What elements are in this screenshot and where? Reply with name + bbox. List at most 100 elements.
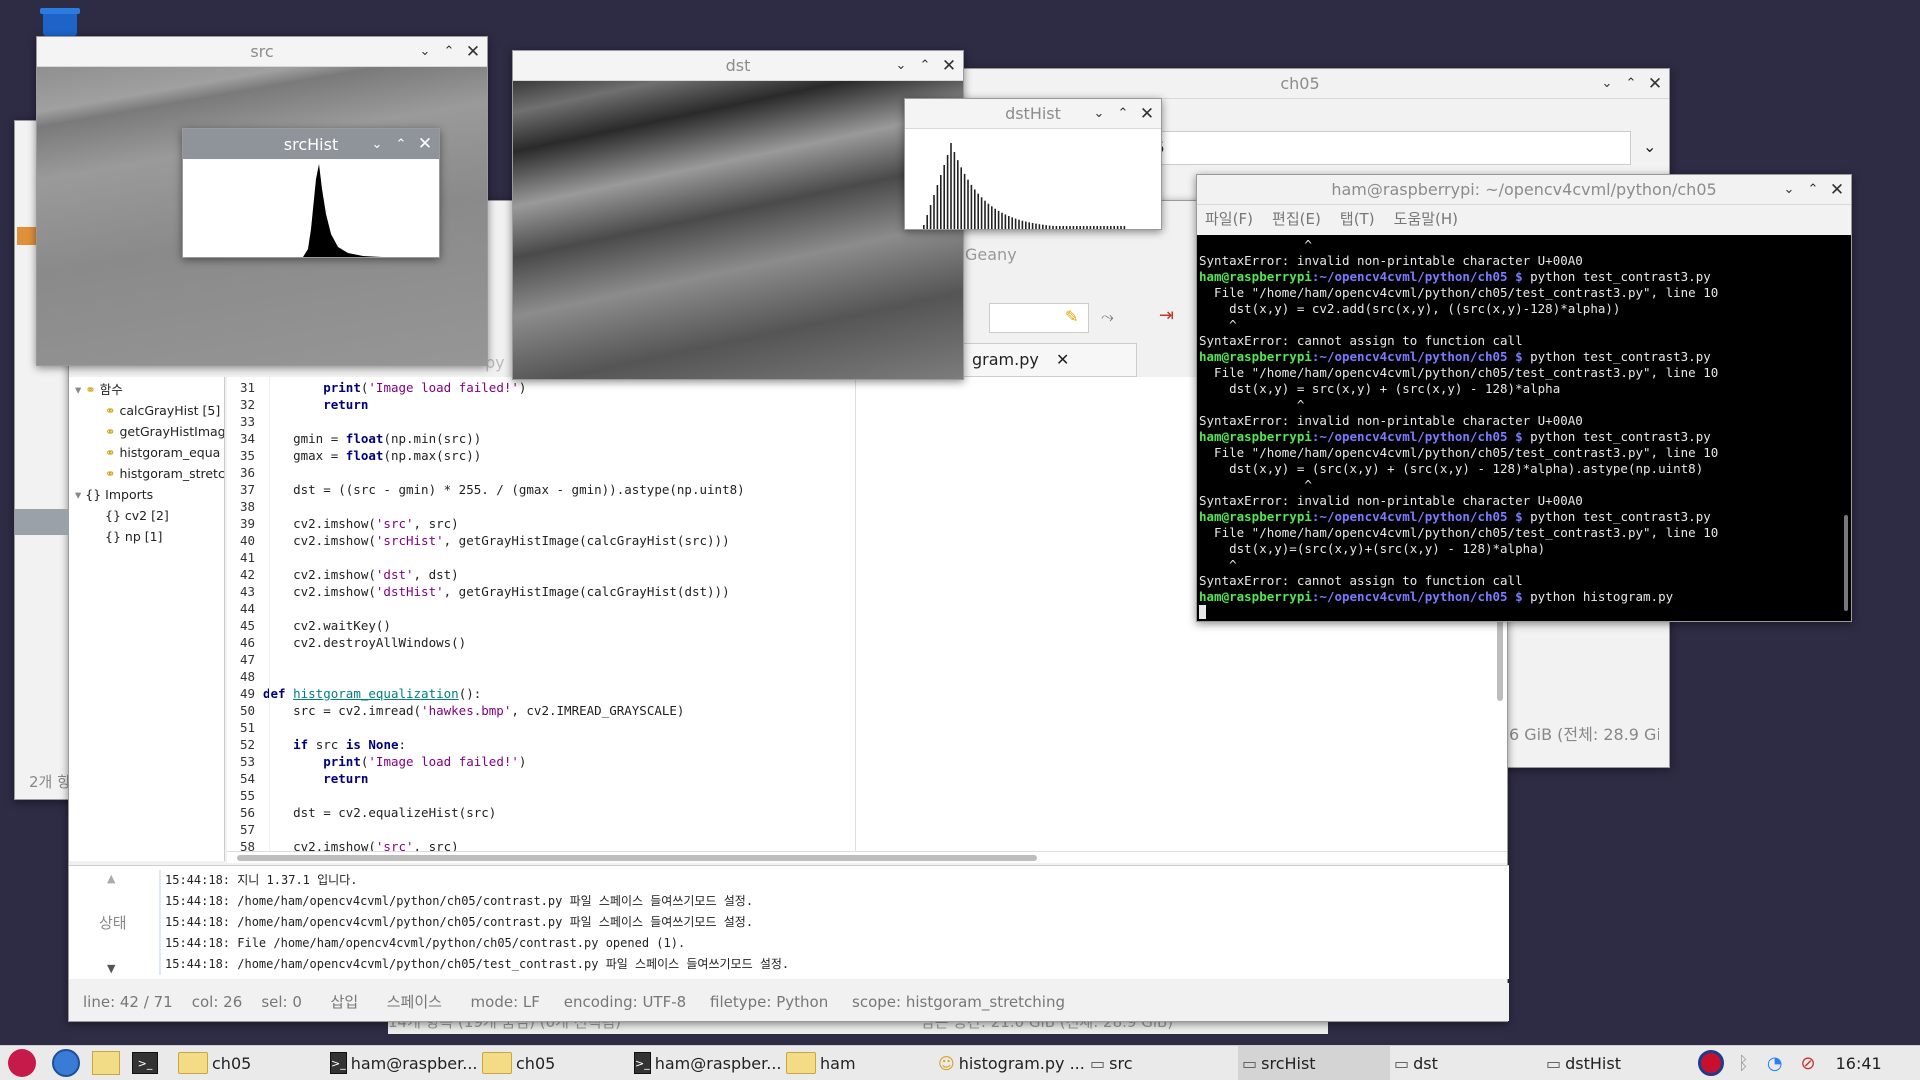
prompt-user: ham@raspberrypi — [1199, 589, 1312, 604]
maximize-icon[interactable]: ⌃ — [1803, 182, 1823, 197]
symbol-item[interactable]: ⚭ histgoram_stretc — [75, 463, 224, 484]
volume-muted-icon[interactable]: ⊘ — [1801, 1053, 1816, 1074]
code-line[interactable]: 52 if src is None: — [227, 736, 1507, 753]
folder-icon — [786, 1052, 816, 1074]
menu-tab[interactable]: 탭(T) — [1340, 210, 1375, 228]
terminal-launcher-icon[interactable]: >_ — [132, 1052, 158, 1074]
code-line[interactable]: 50 src = cv2.imread('hawkes.bmp', cv2.IM… — [227, 702, 1507, 719]
tab-close-icon[interactable]: ✕ — [1056, 350, 1069, 369]
functions-group[interactable]: ▾ ⚭ 함수 — [75, 379, 224, 400]
taskbar-item[interactable]: >_ ham@raspber... — [630, 1046, 782, 1080]
import-item[interactable]: {} cv2 [2] — [75, 505, 224, 526]
import-item[interactable]: {} np [1] — [75, 526, 224, 547]
terminal-scrollbar[interactable] — [1844, 515, 1848, 611]
taskbar-item[interactable]: ch05 — [478, 1046, 630, 1080]
terminal-output[interactable]: ^ SyntaxError: invalid non-printable char… — [1197, 235, 1851, 621]
browser-icon[interactable] — [52, 1049, 80, 1077]
file-manager-launcher-icon[interactable] — [92, 1051, 120, 1075]
dst-histogram — [923, 143, 1126, 229]
input-method-icon[interactable] — [1698, 1050, 1724, 1076]
code-text: dst = ((src - gmin) * 255. / (gmax - gmi… — [263, 482, 745, 497]
taskbar-item[interactable]: ☺ histogram.py ... — [934, 1046, 1086, 1080]
maximize-icon[interactable]: ⌃ — [439, 44, 459, 59]
minimize-icon[interactable]: ⌄ — [1597, 76, 1617, 91]
code-line[interactable]: 47 — [227, 651, 1507, 668]
terminal-title: ham@raspberrypi: ~/opencv4cvml/python/ch… — [1331, 180, 1717, 199]
minimize-icon[interactable]: ⌄ — [367, 137, 387, 152]
close-icon[interactable]: ✕ — [1137, 104, 1157, 124]
taskbar-item[interactable]: ham — [782, 1046, 934, 1080]
maximize-icon[interactable]: ⌃ — [1621, 76, 1641, 91]
imports-group[interactable]: ▾ {} Imports — [75, 484, 224, 505]
code-line[interactable]: 53 print('Image load failed!') — [227, 753, 1507, 770]
histogram-bar — [1069, 226, 1071, 229]
menu-file[interactable]: 파일(F) — [1205, 210, 1253, 228]
clear-icon[interactable]: ✎ — [1065, 307, 1078, 326]
code-line[interactable]: 54 return — [227, 770, 1507, 787]
code-text: print('Image load failed!') — [323, 380, 527, 395]
line-number: 36 — [239, 465, 255, 480]
raspberry-menu-icon[interactable] — [8, 1049, 36, 1077]
menu-help[interactable]: 도움말(H) — [1394, 210, 1458, 228]
code-text: gmin = float(np.min(src)) — [263, 431, 482, 446]
file-manager-home-icon[interactable] — [17, 227, 37, 245]
minimize-icon[interactable]: ⌄ — [1089, 106, 1109, 121]
taskbar-item[interactable]: ▭ srcHist — [1238, 1045, 1390, 1080]
maximize-icon[interactable]: ⌃ — [1113, 106, 1133, 121]
code-line[interactable]: 51 — [227, 719, 1507, 736]
editor-tab[interactable]: gram.py ✕ — [961, 343, 1137, 377]
terminal-line: File "/home/ham/opencv4cvml/python/ch05/… — [1199, 285, 1719, 300]
window-icon: ▭ — [1090, 1053, 1106, 1073]
sidebar-selection — [15, 509, 69, 535]
close-icon[interactable]: ✕ — [939, 56, 959, 76]
code-scrollbar-h[interactable] — [227, 851, 1507, 863]
histogram-bar — [1031, 223, 1034, 229]
menu-edit[interactable]: 편집(E) — [1272, 210, 1321, 228]
wifi-icon[interactable]: ◔ — [1767, 1053, 1783, 1074]
editor-tab-label: gram.py — [972, 350, 1039, 369]
close-icon[interactable]: ✕ — [1645, 74, 1665, 94]
scroll-up-icon[interactable]: ▲ — [107, 872, 115, 885]
log-tab-label[interactable]: 상태 — [99, 912, 127, 933]
terminal-line: SyntaxError: cannot assign to function c… — [1199, 573, 1523, 588]
code-line[interactable]: 49 def histgoram_equalization(): — [227, 685, 1507, 702]
code-line[interactable]: 57 — [227, 821, 1507, 838]
code-line[interactable]: 48 — [227, 668, 1507, 685]
close-icon[interactable]: ✕ — [415, 134, 435, 154]
prompt-path: :~/opencv4cvml/python/ch05 $ — [1311, 429, 1523, 444]
close-icon[interactable]: ✕ — [1827, 180, 1847, 200]
taskbar-item[interactable]: ch05 — [174, 1046, 326, 1080]
log-line: 15:44:18: /home/ham/opencv4cvml/python/c… — [165, 894, 754, 908]
terminal-line: File "/home/ham/opencv4cvml/python/ch05/… — [1199, 525, 1719, 540]
maximize-icon[interactable]: ⌃ — [915, 58, 935, 73]
symbol-item[interactable]: ⚭ histgoram_equa — [75, 442, 224, 463]
clock[interactable]: 16:41 — [1836, 1054, 1882, 1073]
line-number: 42 — [239, 567, 255, 582]
prompt-user: ham@raspberrypi — [1199, 509, 1312, 524]
symbol-item[interactable]: ⚭ getGrayHistImag — [75, 421, 224, 442]
path-dropdown-icon[interactable]: ⌄ — [1643, 137, 1656, 156]
folder-icon — [178, 1052, 208, 1074]
minimize-icon[interactable]: ⌄ — [1779, 182, 1799, 197]
taskbar-item[interactable]: ▭ dst — [1390, 1046, 1542, 1080]
bluetooth-icon[interactable]: ᛒ — [1738, 1053, 1749, 1074]
taskbar-item[interactable]: ▭ src — [1086, 1046, 1238, 1080]
quit-icon[interactable]: ⇥ — [1159, 305, 1174, 326]
code-text: gmax = float(np.max(src)) — [263, 448, 482, 463]
code-line[interactable]: 55 — [227, 787, 1507, 804]
line-number: 43 — [239, 584, 255, 599]
code-line[interactable]: 46 cv2.destroyAllWindows() — [227, 634, 1507, 651]
minimize-icon[interactable]: ⌄ — [415, 44, 435, 59]
code-line[interactable]: 58 cv2.imshow('src', src) — [227, 838, 1507, 851]
trash-icon[interactable] — [40, 8, 80, 36]
code-line[interactable]: 56 dst = cv2.equalizeHist(src) — [227, 804, 1507, 821]
scroll-down-icon[interactable]: ▼ — [107, 962, 115, 975]
window-icon: ▭ — [1546, 1053, 1562, 1073]
maximize-icon[interactable]: ⌃ — [391, 137, 411, 152]
symbol-item[interactable]: ⚭ calcGrayHist [5] — [75, 400, 224, 421]
minimize-icon[interactable]: ⌄ — [891, 58, 911, 73]
taskbar-item[interactable]: ▭ dstHist — [1542, 1046, 1694, 1080]
taskbar-item[interactable]: >_ ham@raspber... — [326, 1046, 478, 1080]
close-icon[interactable]: ✕ — [463, 42, 483, 62]
jump-icon[interactable]: ⤳ — [1101, 307, 1114, 327]
